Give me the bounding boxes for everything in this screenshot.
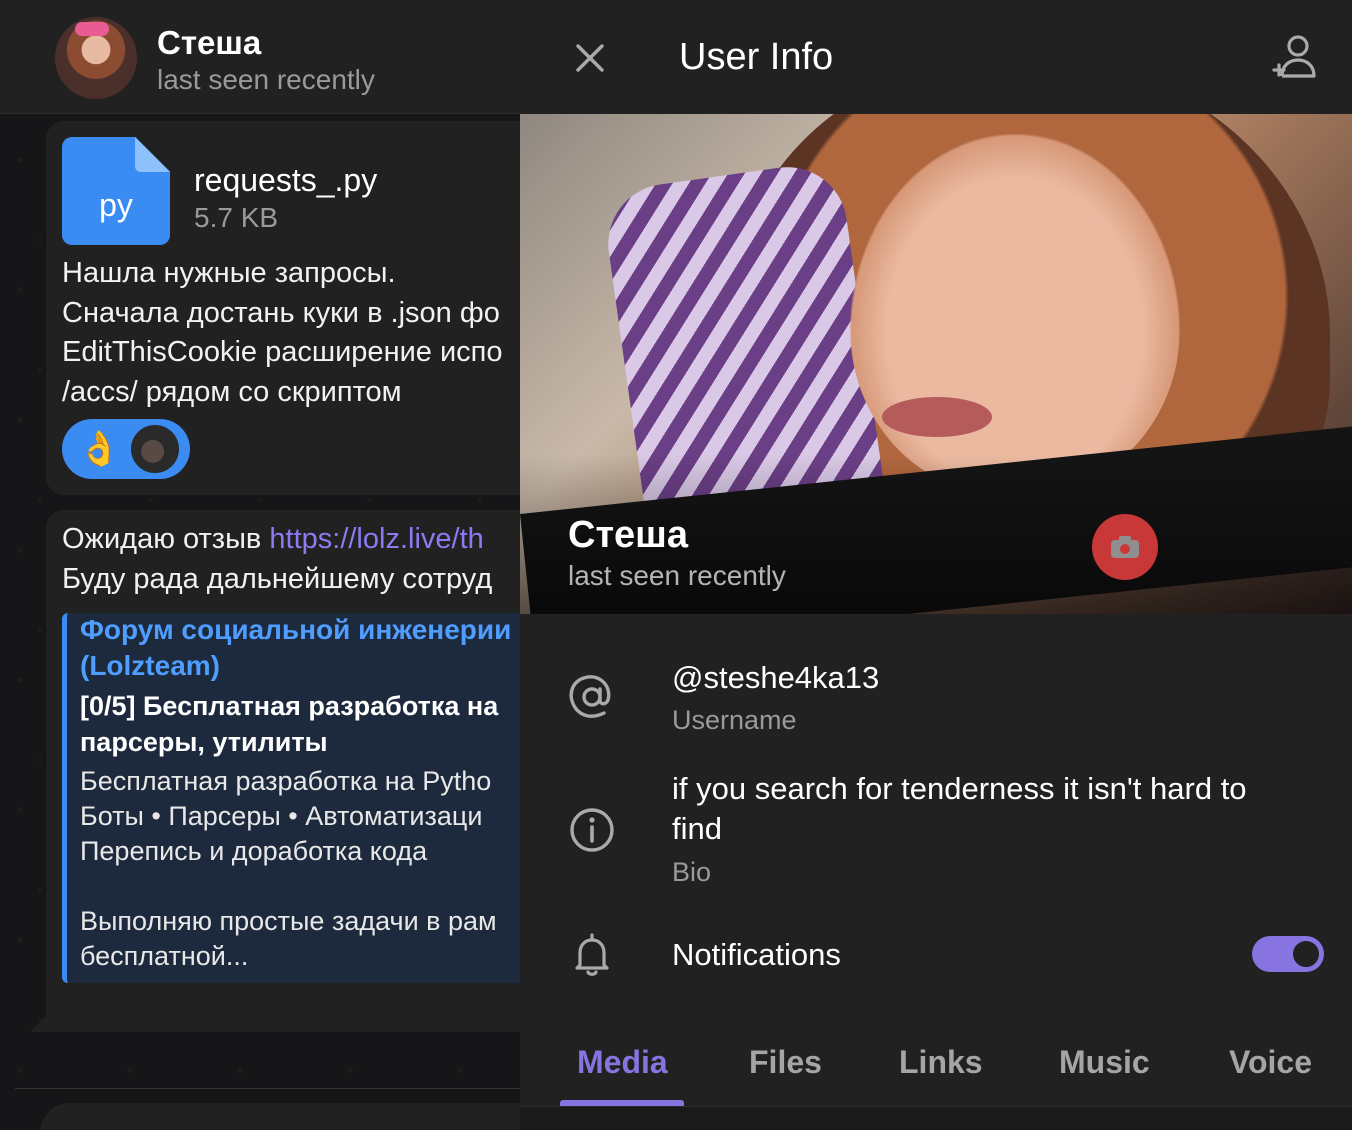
chat-avatar[interactable]	[55, 17, 137, 99]
media-grid	[520, 1107, 1352, 1130]
username-value[interactable]: @steshe4ka13	[672, 658, 879, 698]
link-preview-title: [0/5] Бесплатная разработка на парсеры, …	[80, 691, 499, 757]
bio-value: if you search for tenderness it isn't ha…	[672, 771, 1247, 846]
tab-voice[interactable]: Voice	[1229, 1044, 1312, 1081]
notifications-label: Notifications	[672, 937, 841, 972]
info-icon	[570, 808, 614, 852]
tab-files[interactable]: Files	[749, 1044, 822, 1081]
notifications-toggle[interactable]	[1252, 936, 1324, 972]
divider	[15, 1088, 520, 1089]
panel-title: User Info	[679, 36, 834, 78]
message-text: Ожидаю отзыв https://lolz.live/th Буду р…	[62, 520, 492, 599]
file-name[interactable]: requests_.py	[194, 162, 377, 199]
media-tabs: Media Files Links Music Voice	[520, 1030, 1352, 1108]
reaction-user-avatar	[129, 423, 181, 475]
at-icon	[569, 675, 611, 718]
chat-status: last seen recently	[157, 64, 375, 95]
profile-status: last seen recently	[568, 560, 786, 591]
close-icon[interactable]	[566, 34, 614, 82]
message-line: Буду рада дальнейшему сотруд	[62, 562, 493, 595]
message-input[interactable]	[40, 1103, 520, 1130]
message-text: Нашла нужные запросы. Сначала достань ку…	[62, 257, 503, 408]
file-size: 5.7 KB	[194, 202, 279, 233]
user-info-header: User Info	[520, 0, 1352, 114]
tab-music[interactable]: Music	[1059, 1044, 1150, 1081]
chat-header[interactable]: Стеша last seen recently	[0, 0, 520, 114]
message-link[interactable]: https://lolz.live/th	[269, 523, 483, 555]
message-prefix: Ожидаю отзыв	[62, 523, 270, 555]
add-contact-icon[interactable]	[1270, 32, 1322, 86]
link-preview-description: Выполняю простые задачи в рам бесплатной…	[80, 906, 497, 971]
chat-title: Стеша	[157, 24, 262, 61]
camera-button[interactable]	[1092, 514, 1158, 580]
bell-icon	[575, 933, 609, 976]
camera-icon	[1111, 536, 1139, 558]
chat-panel: Стеша last seen recently py requests_.py…	[0, 0, 520, 1130]
tab-links[interactable]: Links	[899, 1044, 983, 1081]
username-label: Username	[672, 705, 797, 735]
bio-label: Bio	[672, 857, 712, 887]
file-extension: py	[99, 187, 133, 223]
user-info-panel: User Info Стеша last seen recently @stes…	[520, 0, 1352, 1130]
profile-name: Стеша	[568, 514, 688, 556]
toggle-knob	[1290, 938, 1322, 970]
tab-media[interactable]: Media	[577, 1044, 668, 1081]
link-preview-description: Бесплатная разработка на Pytho Боты • Па…	[80, 766, 492, 866]
ok-hand-emoji: 👌	[78, 430, 121, 468]
link-preview-site: Форум социальной инженерии (Lolzteam)	[80, 614, 512, 681]
